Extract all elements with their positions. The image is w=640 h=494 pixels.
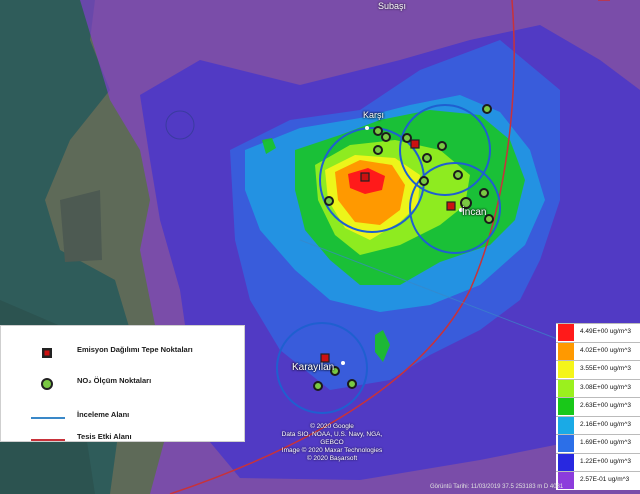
measurement-point[interactable] [453,170,463,180]
legend-item-emission-peaks: Emisyon Dağılımı Tepe Noktaları [1,343,246,361]
scale-value-label: 1.22E+00 ug/m^3 [580,457,631,465]
scale-swatch [558,453,574,471]
scale-class-row: 4.49E+00 ug/m^3 [556,323,640,342]
emission-peak-4[interactable] [320,353,330,363]
scale-swatch [558,342,574,360]
legend-label: İnceleme Alanı [77,410,130,419]
emission-peak-1[interactable] [360,172,370,182]
measurement-point[interactable] [373,126,383,136]
scale-value-label: 3.55E+00 ug/m^3 [580,365,631,372]
emission-peak-2[interactable] [410,139,420,149]
emission-peak-icon [42,348,52,358]
measurement-point-icon [41,378,53,390]
scale-class-row: 2.57E-01 ug/m^3 [556,471,640,490]
place-label-karsi: Karşı [363,110,385,120]
imagery-date-note: Görüntü Tarihi: 11/03/2019 37.5 253183 m… [430,484,564,490]
measurement-point[interactable] [313,381,323,391]
scale-value-label: 2.63E+00 ug/m^3 [580,402,631,409]
legend-label: Emisyon Dağılımı Tepe Noktaları [77,345,193,354]
measurement-point[interactable] [381,132,391,142]
scale-class-row: 2.63E+00 ug/m^3 [556,397,640,416]
scale-class-row: 1.69E+00 ug/m^3 [556,434,640,453]
legend-label: Tesis Etki Alanı [77,432,132,441]
legend-label: NO₂ Ölçüm Noktaları [77,376,152,385]
scale-swatch [558,379,574,397]
scale-value-label: 2.16E+00 ug/m^3 [580,420,631,428]
map-attribution: © 2020 Google Data SIO, NOAA, U.S. Navy,… [272,423,392,463]
scale-swatch [558,324,574,341]
place-label-incan: İncan [462,207,487,218]
attribution-line: © 2020 Google [310,423,354,430]
concentration-scale: 4.49E+00 ug/m^3 4.02E+00 ug/m^3 3.55E+00 u… [556,323,640,490]
scale-class-row: 1.22E+00 ug/m^3 [556,452,640,471]
measurement-point[interactable] [422,153,432,163]
emission-peak-3[interactable] [446,201,456,211]
scale-swatch [558,361,574,378]
measurement-point[interactable] [482,104,492,114]
scale-value-label: 1.69E+00 ug/m^3 [580,439,631,446]
scale-value-label: 3.08E+00 ug/m^3 [580,383,631,391]
legend-item-measurement-points: NO₂ Ölçüm Noktaları [1,374,246,392]
measurement-point[interactable] [437,141,447,151]
blue-line-icon [31,417,65,419]
scale-swatch [558,435,574,452]
measurement-point[interactable] [373,145,383,155]
scale-value-label: 2.57E-01 ug/m^3 [580,476,630,483]
place-label-karayilan: Karayılan [292,362,335,373]
measurement-point[interactable] [347,379,357,389]
red-line-icon [31,439,65,441]
measurement-point[interactable] [479,188,489,198]
scale-value-label: 4.02E+00 ug/m^3 [580,346,631,354]
measurement-point[interactable] [324,196,334,206]
harbour [60,190,102,262]
place-dot-karayilan [341,361,345,365]
place-label-subasi: Subaşı [378,1,407,11]
scale-swatch [558,416,574,434]
scale-swatch [558,398,574,415]
scale-class-row: 4.02E+00 ug/m^3 [556,341,640,360]
place-dot-karsi [365,126,369,130]
measurement-point[interactable] [402,133,412,143]
measurement-point[interactable] [419,176,429,186]
scale-class-row: 2.16E+00 ug/m^3 [556,415,640,434]
legend-item-study-area: İnceleme Alanı [1,408,246,426]
map-legend: Emisyon Dağılımı Tepe Noktaları NO₂ Ölçü… [0,325,245,442]
attribution-line: Image © 2020 Maxar Technologies [281,447,383,454]
scale-class-row: 3.55E+00 ug/m^3 [556,360,640,379]
attribution-line: Data SIO, NOAA, U.S. Navy, NGA, GEBCO [281,431,383,446]
scale-class-row: 3.08E+00 ug/m^3 [556,378,640,397]
attribution-line: © 2020 Başarsoft [306,455,358,462]
legend-item-facility-area: Tesis Etki Alanı [1,430,246,448]
scale-value-label: 4.49E+00 ug/m^3 [580,328,631,335]
